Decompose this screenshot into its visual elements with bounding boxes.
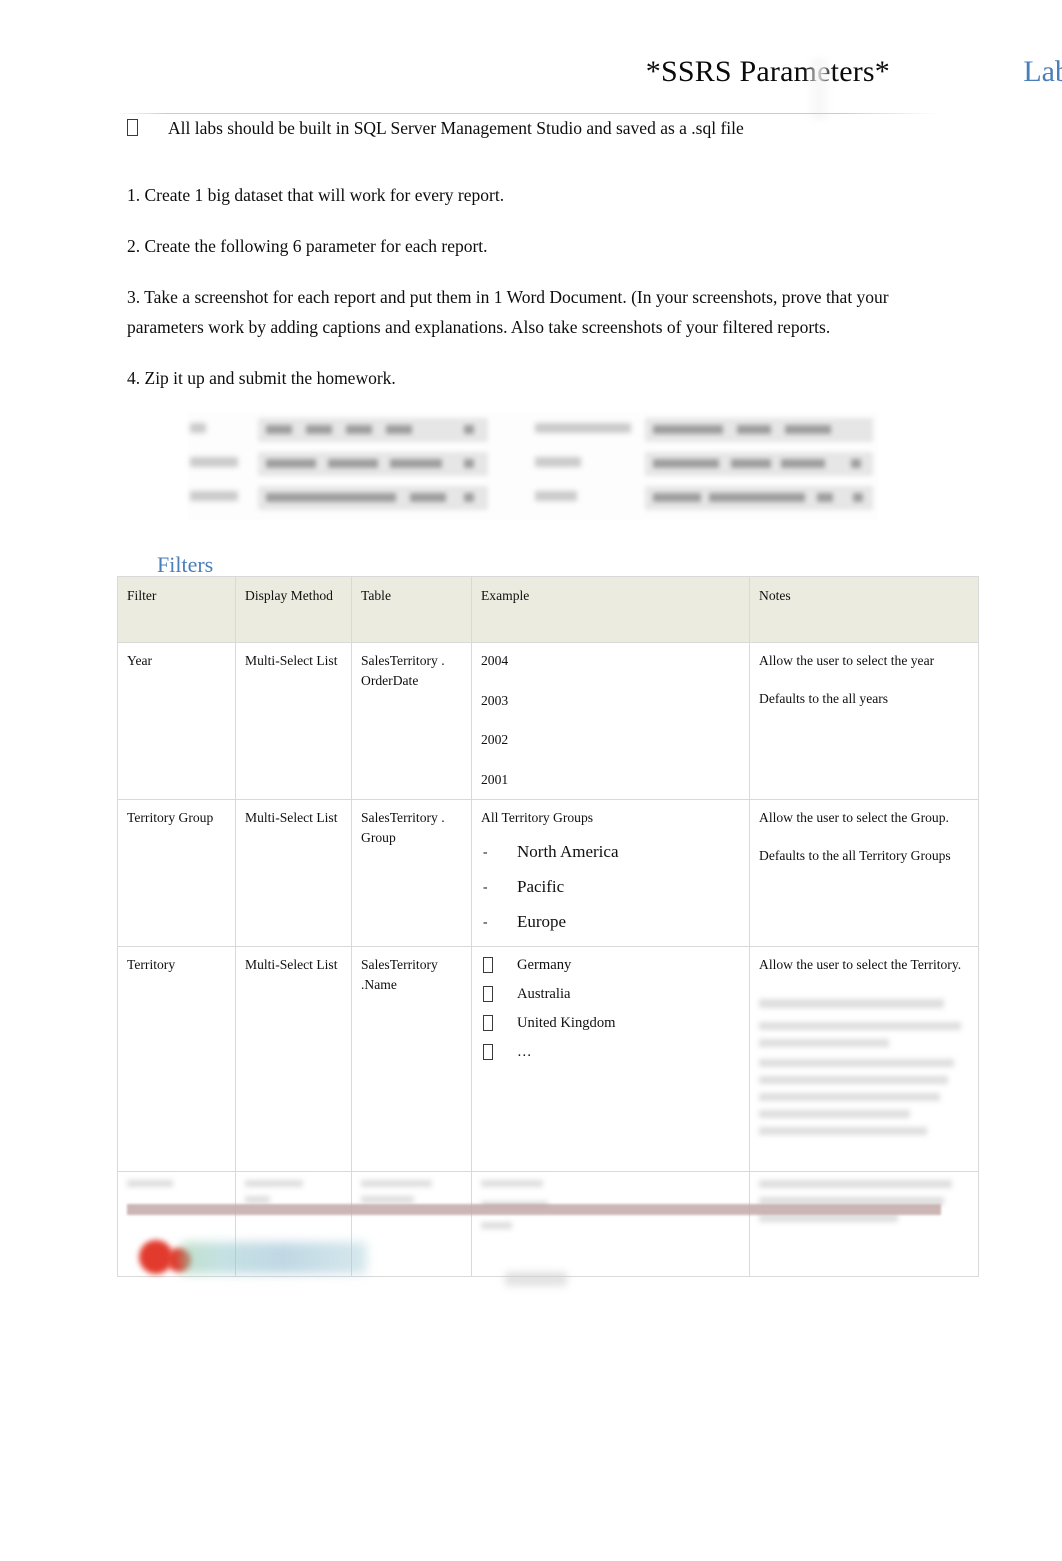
cell-display-method: Multi-Select List <box>235 946 352 1172</box>
example-item: 2004 <box>481 653 509 668</box>
cell-example: All Territory Groups - North America - Pac… <box>471 799 750 947</box>
example-dash-list: - North America - Pacific - Europe <box>481 841 740 933</box>
page-title: *SSRS Parameters* <box>645 55 890 88</box>
lead-bullet-text: All labs should be built in SQL Server M… <box>168 118 744 138</box>
instruction-item-2: 2. Create the following 6 parameter for … <box>127 236 488 256</box>
filters-table: Filter Display Method Table Example Note… <box>117 576 979 1277</box>
logo-wordmark <box>181 1242 367 1274</box>
page-number <box>505 1272 567 1286</box>
dash-bullet-icon: - <box>483 843 488 859</box>
note-line: Allow the user to select the year <box>759 653 935 668</box>
document-header: *SSRS Parameters* Lab <box>0 52 1062 120</box>
example-item: 2002 <box>481 732 509 747</box>
note-line: Allow the user to select the Group. <box>759 810 949 825</box>
column-header-example: Example <box>471 576 750 643</box>
note-line: Defaults to the all Territory Groups <box>759 847 951 863</box>
cell-table: SalesTerritory .Name <box>351 946 472 1172</box>
instruction-item-3: 3. Take a screenshot for each report and… <box>127 287 889 337</box>
list-item-label: Australia <box>517 986 571 1002</box>
lead-bullet-item: All labs should be built in SQL Server M… <box>127 114 977 142</box>
cell-filter: Territory Group <box>117 799 236 947</box>
column-header-notes: Notes <box>749 576 979 643</box>
instruction-item-1: 1. Create 1 big dataset that will work f… <box>127 185 505 205</box>
cell-notes: Allow the user to select the year Defaul… <box>749 642 979 800</box>
document-page: *SSRS Parameters* Lab All labs should be… <box>0 0 1062 1561</box>
cell-notes <box>749 1171 979 1277</box>
missing-glyph-box-icon <box>483 986 493 1002</box>
note-line: Allow the user to select the Territory. <box>759 957 962 972</box>
example-title: All Territory Groups <box>481 810 594 825</box>
cell-display-method: Multi-Select List <box>235 642 352 800</box>
list-item-label: Pacific <box>517 876 565 896</box>
column-header-table: Table <box>351 576 472 643</box>
cell-table: SalesTerritory . OrderDate <box>351 642 472 800</box>
illegible-notes-block <box>759 998 969 1135</box>
list-item-label: United Kingdom <box>517 1015 616 1031</box>
instructions-list: 1. Create 1 big dataset that will work f… <box>127 180 927 414</box>
list-item: - Pacific <box>481 876 740 898</box>
dash-bullet-icon: - <box>483 913 488 929</box>
footer-accent-bar <box>127 1204 941 1215</box>
table-header-row: Filter Display Method Table Example Note… <box>117 576 979 643</box>
filters-heading: Filters <box>157 552 214 577</box>
list-item: United Kingdom <box>481 1013 740 1033</box>
example-item: 2001 <box>481 771 509 787</box>
blurred-form-screenshot <box>188 412 878 520</box>
cell-notes: Allow the user to select the Territory. <box>749 946 979 1172</box>
column-header-display-method: Display Method <box>235 576 352 643</box>
cell-display-method: Multi-Select List <box>235 799 352 947</box>
table-row: Territory Multi-Select List SalesTerrito… <box>117 946 979 1172</box>
instruction-item-4: 4. Zip it up and submit the homework. <box>127 368 396 388</box>
column-header-filter: Filter <box>117 576 236 643</box>
page-title-suffix: Lab <box>1023 55 1062 88</box>
missing-glyph-box-icon <box>483 957 493 973</box>
table-row: Year Multi-Select List SalesTerritory . … <box>117 642 979 800</box>
header-smudge <box>806 58 832 120</box>
table-row: Territory Group Multi-Select List SalesT… <box>117 799 979 947</box>
list-item-label: … <box>517 1044 532 1060</box>
list-item: … <box>481 1042 740 1062</box>
list-item-label: Europe <box>517 911 567 931</box>
dash-bullet-icon: - <box>483 878 488 894</box>
list-item-label: Germany <box>517 957 572 973</box>
missing-glyph-box-icon <box>127 119 138 136</box>
missing-glyph-box-icon <box>483 1015 493 1031</box>
example-box-list: Germany Australia United Kingdom … <box>481 955 740 1062</box>
list-item: Germany <box>481 955 740 975</box>
example-item: 2003 <box>481 692 509 708</box>
list-item: - Europe <box>481 911 740 933</box>
blurred-form-right-panel <box>533 412 878 520</box>
list-item: - North America <box>481 841 740 863</box>
missing-glyph-box-icon <box>483 1044 493 1060</box>
list-item-label: North America <box>517 841 619 861</box>
company-logo <box>133 1234 373 1282</box>
note-line: Defaults to the all years <box>759 690 889 706</box>
cell-notes: Allow the user to select the Group. Defa… <box>749 799 979 947</box>
cell-filter: Year <box>117 642 236 800</box>
blurred-form-left-panel <box>188 412 498 520</box>
cell-table: SalesTerritory . Group <box>351 799 472 947</box>
cell-example: 2004 2003 2002 2001 <box>471 642 750 800</box>
list-item: Australia <box>481 984 740 1004</box>
cell-example: Germany Australia United Kingdom … <box>471 946 750 1172</box>
cell-filter: Territory <box>117 946 236 1172</box>
cell-example <box>471 1171 750 1277</box>
